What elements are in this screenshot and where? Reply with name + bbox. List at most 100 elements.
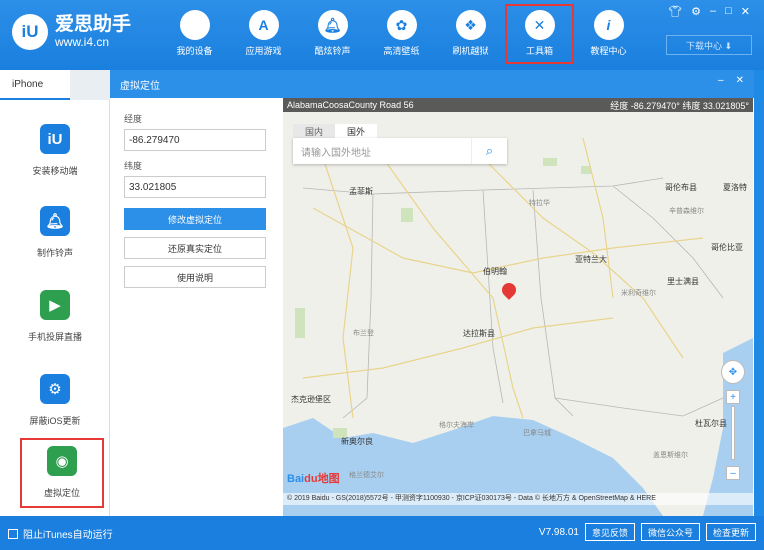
sidebar-item-block-ios-update[interactable]: ⚙ 屏蔽iOS更新 [0,368,110,442]
close-icon[interactable]: ✕ [741,5,750,18]
compass-icon[interactable]: ✥ [721,360,745,384]
app-store-icon: A [248,10,279,40]
map-label: 达拉斯县 [463,329,495,338]
status-bar: 阻止iTunes自动运行 V7.98.01 意见反馈 微信公众号 检查更新 [0,516,764,550]
check-update-button[interactable]: 检查更新 [705,523,756,541]
location-form: 经度 -86.279470 纬度 33.021805 修改虚拟定位 还原真实定位… [124,112,266,295]
nav-label: 工具箱 [525,46,553,56]
version-label: V7.98.01 [538,526,579,538]
map-label: 亚特兰大 [575,255,607,264]
longitude-field[interactable]: -86.279470 [124,129,266,151]
sidebar-item-install-mobile[interactable]: iU 安装移动端 [0,118,110,192]
map-view[interactable]: AlabamaCoosaCounty Road 56 经度 -86.279470… [283,98,753,516]
settings-icon[interactable]: ⚙ [691,5,701,18]
nav-apps-games[interactable]: A 应用游戏 [229,6,298,62]
maximize-icon[interactable]: □ [725,5,732,18]
tab-domestic[interactable]: 国内 [293,124,335,138]
restore-location-button[interactable]: 还原真实定位 [124,237,266,259]
itunes-autorun-checkbox[interactable] [8,528,18,539]
nav-tutorials[interactable]: i 教程中心 [574,6,643,62]
sidebar-item-label: 屏蔽iOS更新 [29,416,81,426]
map-label: 哥伦布县 [665,183,697,192]
nav-label: 高清壁纸 [383,46,420,56]
map-label: 特拉华 [529,200,550,207]
longitude-label: 经度 [124,114,143,124]
app-logo: iU 爱思助手 www.i4.cn [12,14,131,50]
app-header: iU 爱思助手 www.i4.cn 我的设备 A 应用游戏 🔔︎ 酷炫铃声 ✿ … [0,0,764,70]
sidebar-item-make-ringtone[interactable]: 🔔︎ 制作铃声 [0,200,110,274]
map-label: 米利奇维尔 [621,290,656,297]
top-nav: 我的设备 A 应用游戏 🔔︎ 酷炫铃声 ✿ 高清壁纸 ❖ 刷机越狱 ✕ 工具箱 … [160,4,643,64]
map-label: 盖恩斯维尔 [653,452,688,459]
map-label: 格兰德艾尔 [349,472,384,479]
map-label: 格尔夫海岸 [439,422,474,429]
sidebar-item-label: 制作铃声 [36,248,73,258]
checkbox-label: 阻止iTunes自动运行 [23,530,113,541]
iu-icon: iU [40,124,70,154]
apple-icon [179,10,210,40]
download-center-button[interactable]: 下载中心 ⬇ [666,35,752,55]
map-copyright: © 2019 Baidu - GS(2018)5572号 - 甲测资字11009… [283,493,753,505]
zoom-out-button[interactable]: – [726,466,740,480]
panel-title: 虚拟定位 [120,80,160,92]
nav-wallpapers[interactable]: ✿ 高清壁纸 [367,6,436,62]
wechat-button[interactable]: 微信公众号 [640,523,700,541]
screen-mirror-icon: ▶ [40,290,70,320]
sidebar-item-virtual-location[interactable]: ◉ 虚拟定位 [20,438,104,508]
baidu-logo: Baidu地图 [287,473,340,485]
map-coord-readout: 经度 -86.279470° 纬度 33.021805° [610,100,749,111]
tab-foreign[interactable]: 国外 [335,124,377,138]
map-search-box: 请输入国外地址 ⌕ [293,138,507,164]
wallpaper-icon: ✿ [386,10,417,40]
map-label: 伯明翰 [483,267,507,276]
nav-my-device[interactable]: 我的设备 [160,6,229,62]
map-label: 里士满县 [667,277,699,286]
map-search-input[interactable]: 请输入国外地址 [293,144,471,159]
map-label: 新奥尔良 [341,437,373,446]
zoom-slider[interactable] [731,406,735,460]
sidebar-item-screen-mirror[interactable]: ▶ 手机投屏直播 [0,284,110,358]
panel-close-icon[interactable]: ✕ [736,75,744,86]
panel-minimize-icon[interactable]: – [718,75,724,86]
info-icon: i [593,10,624,40]
box-icon: ❖ [455,10,486,40]
device-tab[interactable]: iPhone [0,70,70,100]
app-url: www.i4.cn [55,35,110,49]
nav-flash-jailbreak[interactable]: ❖ 刷机越狱 [436,6,505,62]
help-button[interactable]: 使用说明 [124,266,266,288]
map-label: 杰克逊堡区 [291,395,331,404]
map-region-tabs: 国内 国外 [293,124,377,138]
map-label: 辛普森维尔 [669,208,704,215]
minimize-icon[interactable]: – [710,5,716,18]
map-zoom-control: ✥ + – [721,360,745,480]
nav-label: 酷炫铃声 [314,46,351,56]
gear-icon: ⚙ [40,374,70,404]
location-icon: ◉ [47,446,77,476]
tools-icon: ✕ [524,10,555,40]
sidebar-item-label: 手机投屏直播 [27,332,82,342]
bell-icon: 🔔︎ [40,206,70,236]
map-road-label: AlabamaCoosaCounty Road 56 [287,100,414,110]
zoom-in-button[interactable]: + [726,390,740,404]
sidebar: iPhone iU 安装移动端 🔔︎ 制作铃声 ▶ 手机投屏直播 ⚙ 屏蔽iOS… [0,70,110,516]
nav-label: 我的设备 [176,46,213,56]
nav-toolbox[interactable]: ✕ 工具箱 [505,4,574,64]
feedback-button[interactable]: 意见反馈 [584,523,635,541]
nav-label: 教程中心 [590,46,627,56]
nav-label: 刷机越狱 [452,46,489,56]
sidebar-item-label: 虚拟定位 [43,488,80,498]
shirt-icon[interactable]: 👕︎ [668,5,682,18]
map-label: 夏洛特 [723,183,747,192]
nav-ringtones[interactable]: 🔔︎ 酷炫铃声 [298,6,367,62]
panel-header: 虚拟定位 – ✕ [110,70,754,98]
modify-location-button[interactable]: 修改虚拟定位 [124,208,266,230]
panel-body: 经度 -86.279470 纬度 33.021805 修改虚拟定位 还原真实定位… [110,98,754,516]
map-location-bar: AlabamaCoosaCounty Road 56 经度 -86.279470… [283,98,753,112]
latitude-label: 纬度 [124,161,143,171]
bell-icon: 🔔︎ [317,10,348,40]
map-label: 布兰登 [353,330,374,337]
search-icon[interactable]: ⌕ [471,138,507,164]
map-label: 巴拿马城 [523,430,551,437]
latitude-field[interactable]: 33.021805 [124,176,266,198]
window-controls: 👕︎ ⚙ – □ ✕ [668,5,750,18]
